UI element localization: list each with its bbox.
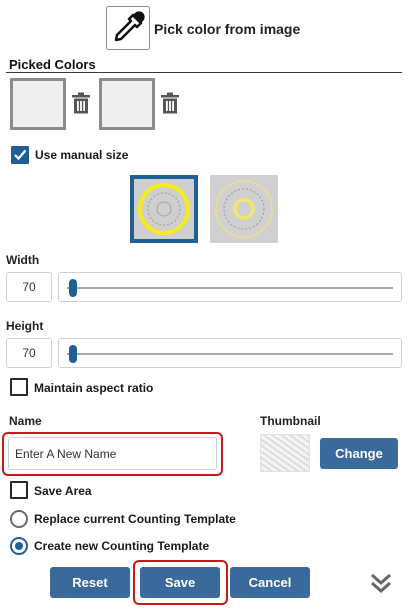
eyedropper-icon [114, 11, 145, 42]
slider-track [67, 287, 393, 289]
trash-icon[interactable] [70, 92, 92, 114]
aspect-ratio-checkbox[interactable] [10, 378, 28, 396]
pick-color-button[interactable] [106, 6, 150, 50]
width-label: Width [6, 253, 40, 267]
height-label: Height [6, 319, 44, 333]
save-area-checkbox[interactable] [10, 481, 28, 499]
aspect-ratio-label: Maintain aspect ratio [34, 381, 154, 395]
height-input[interactable]: 70 [6, 338, 52, 368]
replace-template-radio[interactable] [10, 510, 28, 528]
save-area-label: Save Area [34, 484, 92, 498]
thumbnail-image [260, 434, 310, 472]
width-input[interactable]: 70 [6, 272, 52, 302]
pick-color-label: Pick color from image [154, 21, 301, 37]
create-template-radio[interactable] [10, 537, 28, 555]
checkmark-icon [14, 149, 27, 161]
manual-size-label: Use manual size [35, 148, 129, 162]
picked-colors-title: Picked Colors [9, 57, 96, 72]
shape-option-small-ring[interactable] [210, 175, 278, 243]
shape-option-large-ring[interactable] [130, 175, 198, 243]
trash-icon[interactable] [159, 92, 181, 114]
section-divider [6, 72, 402, 73]
width-slider[interactable] [58, 272, 402, 302]
slider-thumb[interactable] [69, 345, 77, 363]
thumbnail-label: Thumbnail [260, 414, 321, 428]
replace-template-label: Replace current Counting Template [34, 512, 236, 526]
reset-button[interactable]: Reset [50, 567, 130, 598]
cancel-button[interactable]: Cancel [230, 567, 310, 598]
name-label: Name [9, 414, 42, 428]
create-template-label: Create new Counting Template [34, 539, 210, 553]
save-button[interactable]: Save [140, 567, 220, 598]
manual-size-checkbox[interactable] [11, 146, 29, 164]
slider-thumb[interactable] [69, 279, 77, 297]
change-thumbnail-button[interactable]: Change [320, 438, 398, 469]
color-swatch-1[interactable] [10, 78, 66, 130]
double-chevron-down-icon[interactable] [368, 570, 394, 596]
color-swatch-2[interactable] [99, 78, 155, 130]
slider-track [67, 353, 393, 355]
name-input[interactable] [8, 437, 217, 470]
height-slider[interactable] [58, 338, 402, 368]
